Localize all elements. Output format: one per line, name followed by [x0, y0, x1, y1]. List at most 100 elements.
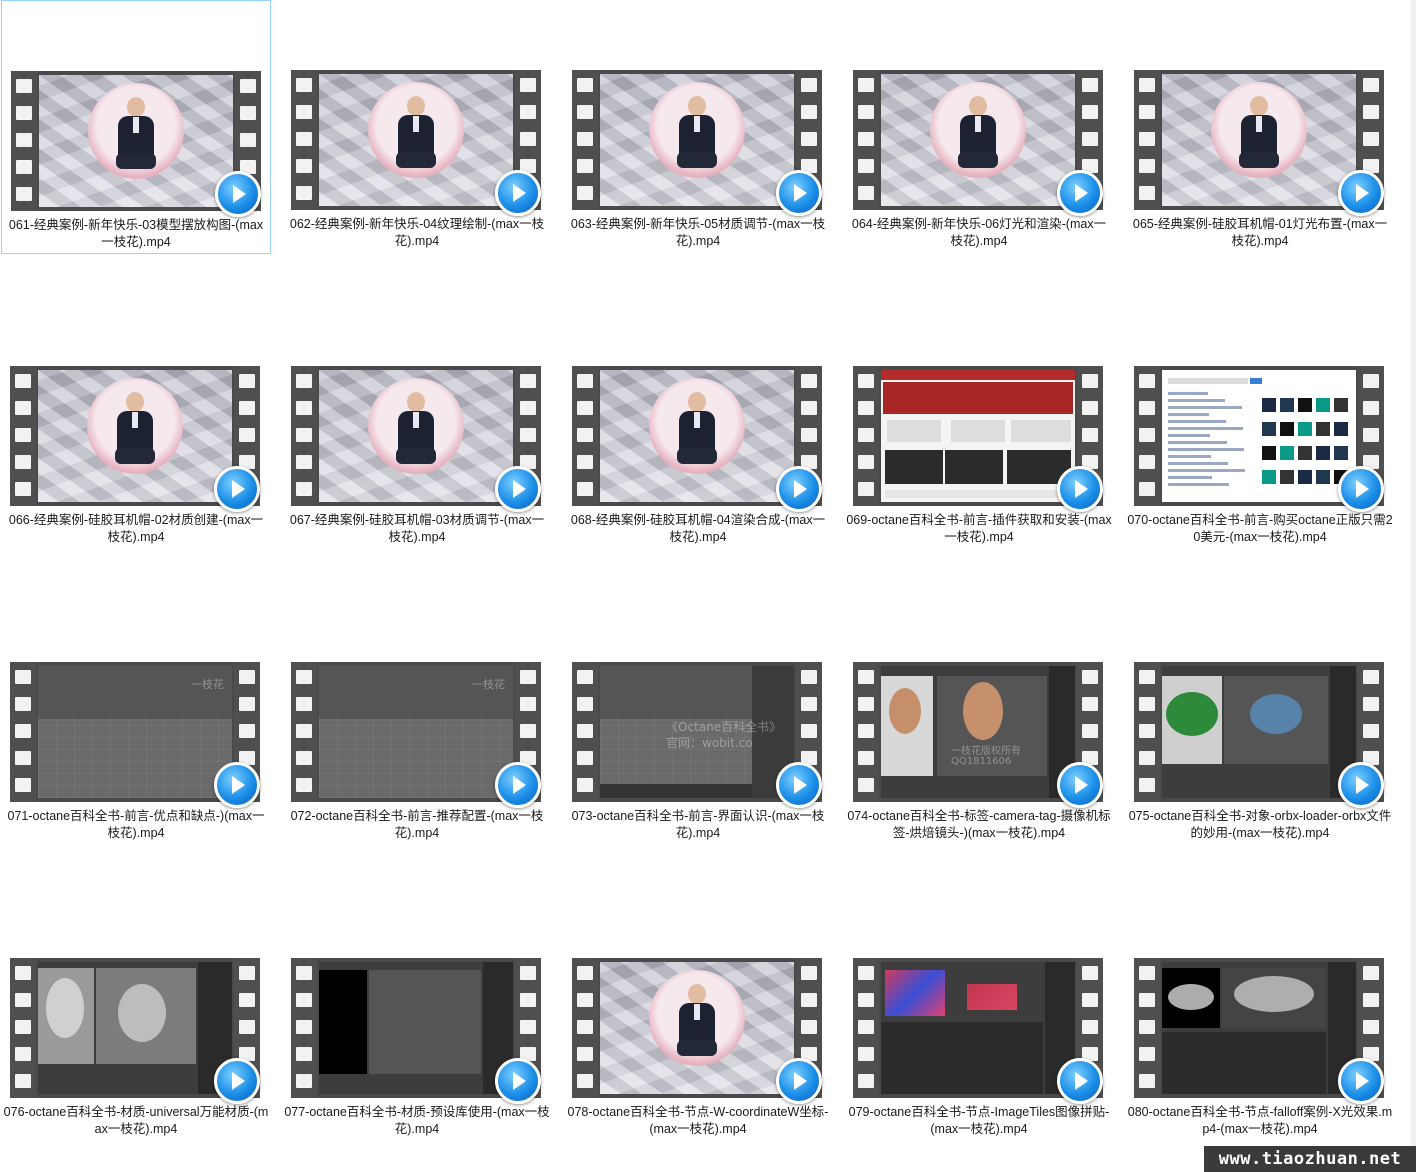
video-thumbnail[interactable]	[1134, 958, 1384, 1104]
video-thumbnail[interactable]	[572, 70, 822, 216]
video-thumbnail[interactable]	[10, 958, 260, 1104]
play-video-icon	[1338, 1058, 1384, 1104]
image-result	[1316, 422, 1330, 436]
sprocket-hole	[577, 401, 593, 415]
video-thumbnail[interactable]	[853, 958, 1103, 1104]
sprocket-hole	[801, 697, 817, 711]
file-item[interactable]: 063-经典案例-新年快乐-05材质调节-(max一枝花).mp4	[563, 0, 833, 254]
file-item[interactable]: 080-octane百科全书-节点-falloff案例-X光效果.mp4-(ma…	[1125, 888, 1395, 1142]
file-item[interactable]: 061-经典案例-新年快乐-03模型摆放构图-(max一枝花).mp4	[1, 0, 271, 254]
search-button	[1250, 378, 1262, 384]
video-thumbnail[interactable]	[291, 70, 541, 216]
sprocket-hole	[1139, 482, 1155, 496]
thumbnail-frame	[319, 74, 513, 206]
sprocket-hole	[1082, 1020, 1098, 1034]
file-name: 065-经典案例-硅胶耳机帽-01灯光布置-(max一枝花).mp4	[1132, 217, 1388, 248]
file-item[interactable]: 《Octane百科全书》 官网：wobit.co 073-octane百科全书-前言…	[563, 592, 833, 846]
sprocket-hole	[1082, 697, 1098, 711]
video-thumbnail[interactable]: 《Octane百科全书》 官网：wobit.co	[572, 662, 822, 808]
file-item[interactable]: 062-经典案例-新年快乐-04纹理绘制-(max一枝花).mp4	[282, 0, 552, 254]
node-editor	[1162, 1032, 1326, 1094]
file-item[interactable]: 077-octane百科全书-材质-预设库使用-(max一枝花).mp4	[282, 888, 552, 1142]
file-item[interactable]: 067-经典案例-硅胶耳机帽-03材质调节-(max一枝花).mp4	[282, 296, 552, 550]
sprocket-hole	[15, 751, 31, 765]
sprocket-hole	[858, 159, 874, 173]
sprocket-hole	[16, 79, 32, 93]
file-item[interactable]: 076-octane百科全书-材质-universal万能材质-(max一枝花)…	[1, 888, 271, 1142]
sprocket-hole	[801, 670, 817, 684]
sprocket-hole	[1139, 670, 1155, 684]
sprocket-hole	[577, 482, 593, 496]
lecturer-legs	[677, 152, 717, 168]
image-result	[1280, 398, 1294, 412]
video-thumbnail[interactable]	[853, 70, 1103, 216]
film-strip-left	[10, 662, 36, 802]
file-item[interactable]: 069-octane百科全书-前言-插件获取和安装-(max一枝花).mp4	[844, 296, 1114, 550]
image-result	[1280, 446, 1294, 460]
film-strip-left	[853, 70, 879, 210]
thumbnail-frame	[319, 962, 513, 1094]
result-line	[1168, 441, 1227, 444]
video-thumbnail[interactable]	[291, 958, 541, 1104]
file-item[interactable]: 079-octane百科全书-节点-ImageTiles图像拼贴-(max一枝花…	[844, 888, 1114, 1142]
sprocket-hole	[801, 78, 817, 92]
video-thumbnail[interactable]	[291, 366, 541, 512]
video-thumbnail[interactable]: 一枝花	[10, 662, 260, 808]
film-strip-left	[291, 958, 317, 1098]
sprocket-hole	[577, 1047, 593, 1061]
play-video-icon	[214, 466, 260, 512]
film-strip-left	[1134, 366, 1160, 506]
lecturer-portrait	[649, 378, 745, 474]
sprocket-hole	[577, 751, 593, 765]
hero-banner	[883, 382, 1073, 414]
file-name: 061-经典案例-新年快乐-03模型摆放构图-(max一枝花).mp4	[8, 218, 264, 249]
sprocket-hole	[1363, 724, 1379, 738]
video-thumbnail[interactable]	[572, 366, 822, 512]
sprocket-hole	[296, 482, 312, 496]
film-strip-left	[11, 71, 37, 211]
video-thumbnail[interactable]	[1134, 662, 1384, 808]
film-strip-left	[1134, 70, 1160, 210]
file-item[interactable]: 068-经典案例-硅胶耳机帽-04渲染合成-(max一枝花).mp4	[563, 296, 833, 550]
lecturer-portrait	[368, 378, 464, 474]
lecturer-shirt	[1256, 116, 1262, 132]
file-item[interactable]: 075-octane百科全书-对象-orbx-loader-orbx文件的妙用-…	[1125, 592, 1395, 846]
sprocket-hole	[1363, 993, 1379, 1007]
lecturer-portrait	[368, 82, 464, 178]
video-thumbnail[interactable]	[853, 366, 1103, 512]
sprocket-hole	[1139, 455, 1155, 469]
sprocket-hole	[858, 455, 874, 469]
video-thumbnail[interactable]: 一枝花版权所有 QQ1811606	[853, 662, 1103, 808]
thumbnail-frame	[1162, 74, 1356, 206]
video-thumbnail[interactable]	[1134, 366, 1384, 512]
play-video-icon	[495, 170, 541, 216]
feature-card	[1011, 420, 1071, 442]
head-render-left	[889, 688, 921, 734]
file-item[interactable]: 065-经典案例-硅胶耳机帽-01灯光布置-(max一枝花).mp4	[1125, 0, 1395, 254]
file-item[interactable]: 一枝花版权所有 QQ1811606 074-octane百科全书-标签-camera…	[844, 592, 1114, 846]
scrollbar[interactable]	[1411, 0, 1416, 1172]
sprocket-hole	[577, 993, 593, 1007]
file-item[interactable]: 066-经典案例-硅胶耳机帽-02材质创建-(max一枝花).mp4	[1, 296, 271, 550]
file-item[interactable]: 078-octane百科全书-节点-W-coordinateW坐标-(max一枝…	[563, 888, 833, 1142]
sprocket-hole	[296, 401, 312, 415]
lecturer-figure	[394, 96, 438, 176]
file-name: 067-经典案例-硅胶耳机帽-03材质调节-(max一枝花).mp4	[289, 513, 545, 544]
video-thumbnail[interactable]	[1134, 70, 1384, 216]
file-item[interactable]: 070-octane百科全书-前言-购买octane正版只需20美元-(max一…	[1125, 296, 1395, 550]
sprocket-hole	[858, 751, 874, 765]
image-result	[1298, 398, 1312, 412]
sprocket-hole	[296, 1074, 312, 1088]
file-item[interactable]: 064-经典案例-新年快乐-06灯光和渲染-(max一枝花).mp4	[844, 0, 1114, 254]
video-thumbnail[interactable]	[572, 958, 822, 1104]
file-item[interactable]: 一枝花 071-octane百科全书-前言-优点和缺点-)(max一枝花).mp4	[1, 592, 271, 846]
image-result	[1280, 422, 1294, 436]
sprocket-hole	[1139, 697, 1155, 711]
video-thumbnail[interactable]: 一枝花	[291, 662, 541, 808]
sprocket-hole	[801, 966, 817, 980]
file-item[interactable]: 一枝花 072-octane百科全书-前言-推荐配置-(max一枝花).mp4	[282, 592, 552, 846]
sprocket-hole	[296, 697, 312, 711]
play-video-icon	[495, 1058, 541, 1104]
video-thumbnail[interactable]	[11, 71, 261, 217]
video-thumbnail[interactable]	[10, 366, 260, 512]
